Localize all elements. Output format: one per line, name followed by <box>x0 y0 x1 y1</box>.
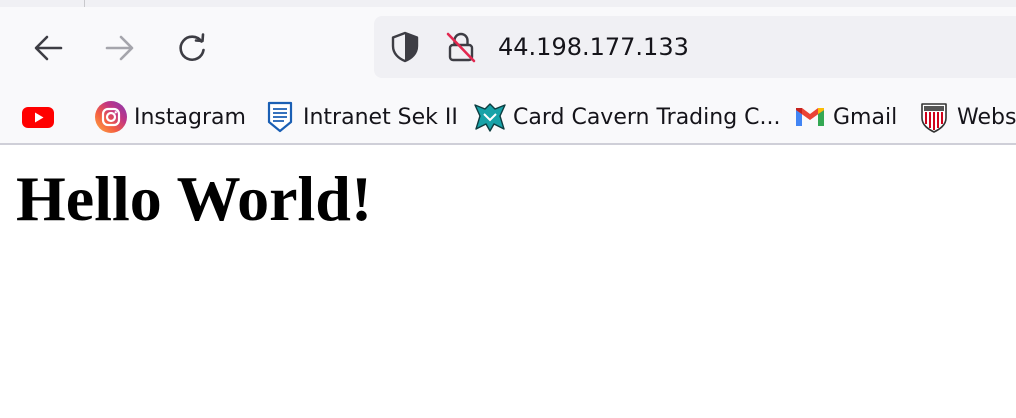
intranet-icon <box>263 100 297 134</box>
bookmark-intranet-sek-ii[interactable]: Intranet Sek II <box>263 97 458 137</box>
navigation-toolbar: 44.198.177.133 <box>0 7 1016 92</box>
url-bar[interactable]: 44.198.177.133 <box>374 16 1016 78</box>
forward-button[interactable] <box>98 26 142 70</box>
tab-strip <box>0 0 1016 7</box>
arrow-right-icon <box>105 35 134 61</box>
athletic-club-crest-icon <box>917 100 951 134</box>
back-button[interactable] <box>26 26 70 70</box>
bookmark-label: Instagram <box>134 104 246 130</box>
arrow-left-icon <box>34 35 63 61</box>
tab-separator <box>84 0 85 7</box>
shield-icon <box>391 31 419 63</box>
bookmark-webs[interactable]: Webs <box>917 97 1016 137</box>
bookmarks-toolbar: Instagram Intranet Sek II Card Cavern Tr… <box>0 92 1016 145</box>
page-heading: Hello World! <box>16 163 373 234</box>
reload-icon <box>179 33 205 61</box>
gmail-icon <box>793 100 827 134</box>
bookmark-youtube[interactable] <box>21 97 55 137</box>
bookmark-label: Intranet Sek II <box>303 104 458 130</box>
insecure-lock-icon <box>446 32 476 63</box>
bookmark-label: Card Cavern Trading C... <box>513 104 781 130</box>
tracking-protection-button[interactable] <box>388 30 422 64</box>
bookmark-card-cavern[interactable]: Card Cavern Trading C... <box>473 97 781 137</box>
bookmark-instagram[interactable]: Instagram <box>94 97 246 137</box>
instagram-icon <box>94 100 128 134</box>
card-cavern-icon <box>473 100 507 134</box>
site-security-button[interactable] <box>444 30 478 64</box>
bookmark-label: Gmail <box>833 104 898 130</box>
youtube-icon <box>21 100 55 134</box>
url-text[interactable]: 44.198.177.133 <box>498 16 689 78</box>
page-content: Hello World! <box>0 145 1016 418</box>
bookmark-label: Webs <box>957 104 1016 130</box>
bookmark-gmail[interactable]: Gmail <box>793 97 897 137</box>
browser-window: 44.198.177.133 Instagram Intranet Sek II… <box>0 0 1016 418</box>
reload-button[interactable] <box>170 26 214 70</box>
